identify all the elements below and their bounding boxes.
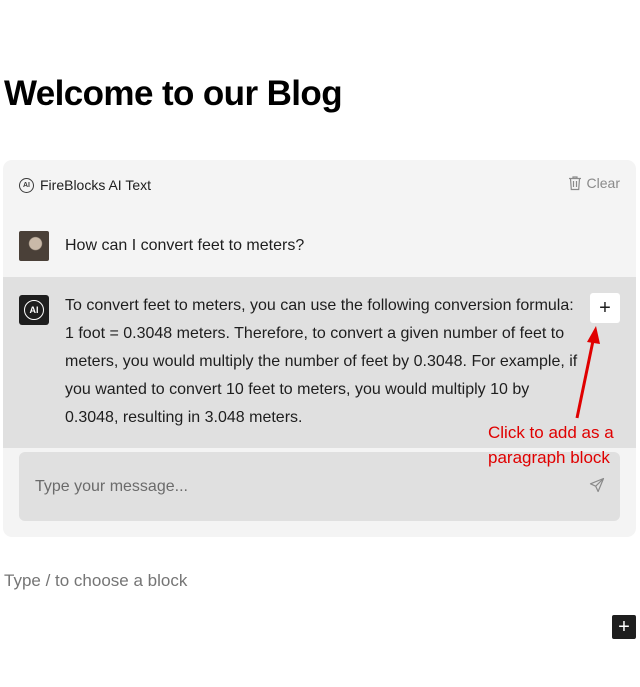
ai-chat-panel: AI FireBlocks AI Text Clear How can I co… [3, 160, 636, 537]
page-title[interactable]: Welcome to our Blog [4, 74, 343, 114]
send-button[interactable] [589, 477, 605, 498]
panel-title: FireBlocks AI Text [40, 177, 152, 193]
ai-logo-icon: AI [19, 177, 34, 193]
clear-button[interactable]: Clear [568, 175, 620, 191]
annotation-text: Click to add as a paragraph block [488, 423, 614, 467]
user-message-text: How can I convert feet to meters? [65, 237, 305, 254]
send-icon [589, 477, 605, 493]
ai-logo-icon: AI [24, 300, 44, 320]
panel-header: AI FireBlocks AI Text [19, 177, 151, 193]
user-avatar [19, 231, 49, 261]
ai-response-text: To convert feet to meters, you can use t… [65, 297, 578, 426]
block-appender-hint[interactable]: Type / to choose a block [4, 571, 187, 591]
trash-icon [568, 176, 581, 191]
ai-avatar: AI [19, 295, 49, 325]
clear-label: Clear [586, 175, 620, 191]
block-inserter-button[interactable]: + [612, 615, 636, 639]
user-message: How can I convert feet to meters? [19, 231, 304, 261]
annotation-arrow [575, 326, 600, 419]
add-as-paragraph-button[interactable]: + [590, 293, 620, 323]
